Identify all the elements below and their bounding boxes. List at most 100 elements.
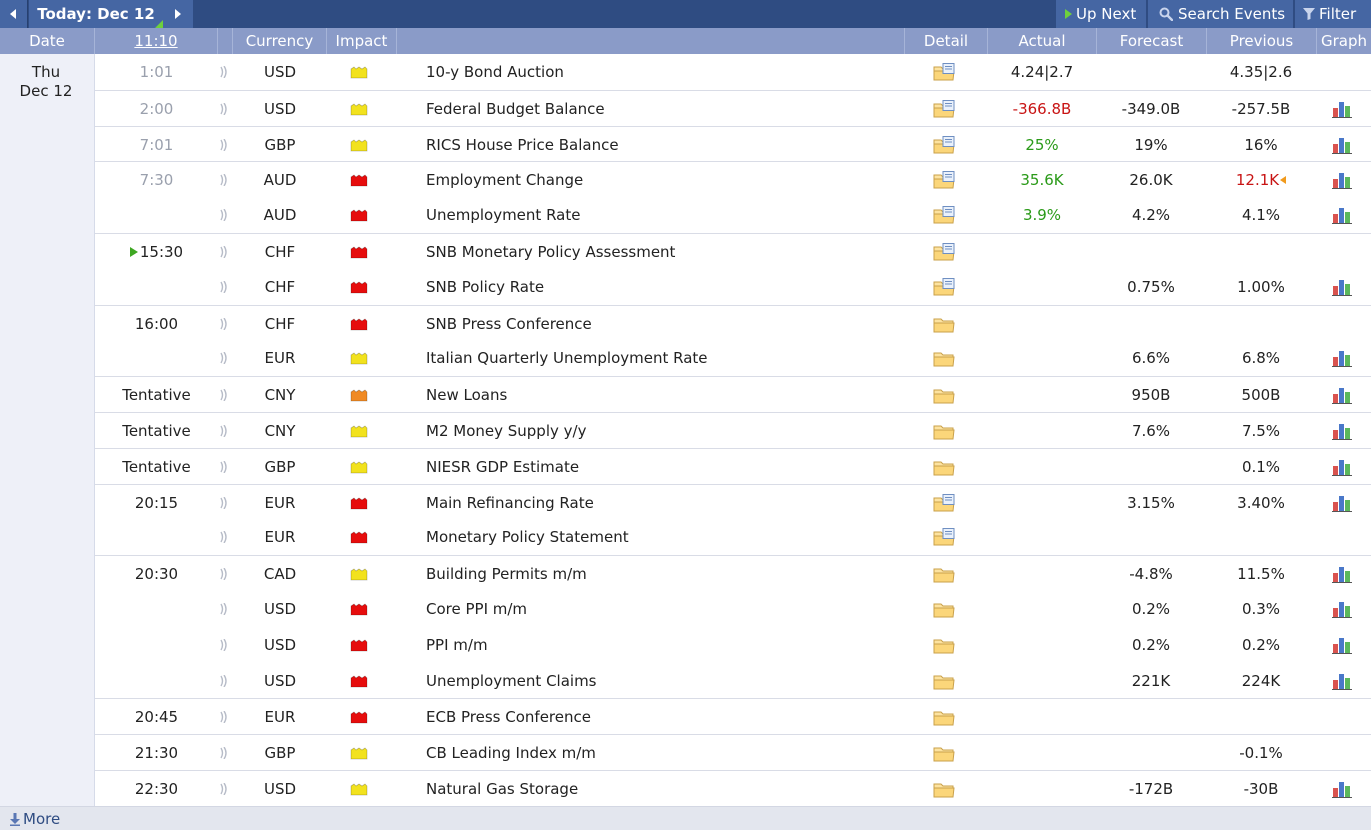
event-title[interactable]: Unemployment Claims — [426, 663, 906, 699]
impact-cell[interactable] — [350, 306, 370, 342]
event-title[interactable]: 10-y Bond Auction — [426, 54, 906, 90]
sound-alert-cell[interactable] — [217, 771, 231, 807]
sound-alert-cell[interactable] — [217, 269, 231, 305]
event-graph-button[interactable] — [1331, 663, 1355, 699]
event-detail-button[interactable] — [933, 91, 957, 127]
event-title[interactable]: RICS House Price Balance — [426, 127, 906, 163]
event-detail-button[interactable] — [933, 627, 957, 663]
event-detail-button[interactable] — [933, 449, 957, 485]
event-title[interactable]: M2 Money Supply y/y — [426, 413, 906, 449]
impact-cell[interactable] — [350, 197, 370, 233]
sound-alert-cell[interactable] — [217, 663, 231, 699]
sound-alert-cell[interactable] — [217, 162, 231, 198]
event-title[interactable]: Italian Quarterly Unemployment Rate — [426, 340, 906, 376]
impact-cell[interactable] — [350, 162, 370, 198]
impact-cell[interactable] — [350, 627, 370, 663]
current-time-clock[interactable]: 11:10 — [95, 28, 218, 54]
event-title[interactable]: SNB Policy Rate — [426, 269, 906, 305]
impact-cell[interactable] — [350, 377, 370, 413]
event-title[interactable]: ECB Press Conference — [426, 699, 906, 735]
impact-cell[interactable] — [350, 413, 370, 449]
event-detail-button[interactable] — [933, 699, 957, 735]
event-detail-button[interactable] — [933, 485, 957, 521]
impact-cell[interactable] — [350, 699, 370, 735]
event-graph-button[interactable] — [1331, 127, 1355, 163]
impact-cell[interactable] — [350, 54, 370, 90]
event-title[interactable]: Employment Change — [426, 162, 906, 198]
event-graph-button[interactable] — [1331, 269, 1355, 305]
impact-cell[interactable] — [350, 269, 370, 305]
event-detail-button[interactable] — [933, 162, 957, 198]
previous-day-button[interactable] — [0, 0, 28, 28]
event-graph-button[interactable] — [1331, 449, 1355, 485]
sound-alert-cell[interactable] — [217, 377, 231, 413]
event-graph-button[interactable] — [1331, 591, 1355, 627]
event-title[interactable]: Unemployment Rate — [426, 197, 906, 233]
sound-alert-cell[interactable] — [217, 340, 231, 376]
event-title[interactable]: Building Permits m/m — [426, 556, 906, 592]
sound-alert-cell[interactable] — [217, 556, 231, 592]
event-detail-button[interactable] — [933, 269, 957, 305]
event-detail-button[interactable] — [933, 234, 957, 270]
event-graph-button[interactable] — [1331, 91, 1355, 127]
event-detail-button[interactable] — [933, 340, 957, 376]
event-title[interactable]: NIESR GDP Estimate — [426, 449, 906, 485]
event-detail-button[interactable] — [933, 556, 957, 592]
event-detail-button[interactable] — [933, 377, 957, 413]
impact-cell[interactable] — [350, 556, 370, 592]
event-graph-button[interactable] — [1331, 413, 1355, 449]
event-title[interactable]: New Loans — [426, 377, 906, 413]
event-graph-button[interactable] — [1331, 556, 1355, 592]
event-detail-button[interactable] — [933, 413, 957, 449]
filter-button[interactable]: Filter — [1295, 0, 1371, 28]
sound-alert-cell[interactable] — [217, 234, 231, 270]
sound-alert-cell[interactable] — [217, 127, 231, 163]
more-link[interactable]: More — [8, 810, 60, 828]
sound-alert-cell[interactable] — [217, 735, 231, 771]
event-title[interactable]: Natural Gas Storage — [426, 771, 906, 807]
event-title[interactable]: Main Refinancing Rate — [426, 485, 906, 521]
sound-alert-cell[interactable] — [217, 54, 231, 90]
sound-alert-cell[interactable] — [217, 699, 231, 735]
event-graph-button[interactable] — [1331, 162, 1355, 198]
sound-alert-cell[interactable] — [217, 591, 231, 627]
impact-cell[interactable] — [350, 771, 370, 807]
impact-cell[interactable] — [350, 735, 370, 771]
event-graph-button[interactable] — [1331, 340, 1355, 376]
event-detail-button[interactable] — [933, 663, 957, 699]
impact-cell[interactable] — [350, 591, 370, 627]
event-detail-button[interactable] — [933, 54, 957, 90]
event-title[interactable]: Federal Budget Balance — [426, 91, 906, 127]
impact-cell[interactable] — [350, 449, 370, 485]
impact-cell[interactable] — [350, 91, 370, 127]
event-detail-button[interactable] — [933, 771, 957, 807]
event-graph-button[interactable] — [1331, 627, 1355, 663]
impact-cell[interactable] — [350, 234, 370, 270]
event-title[interactable]: PPI m/m — [426, 627, 906, 663]
event-title[interactable]: Monetary Policy Statement — [426, 519, 906, 555]
event-detail-button[interactable] — [933, 591, 957, 627]
sound-alert-cell[interactable] — [217, 627, 231, 663]
sound-alert-cell[interactable] — [217, 519, 231, 555]
sound-alert-cell[interactable] — [217, 91, 231, 127]
event-graph-button[interactable] — [1331, 197, 1355, 233]
event-detail-button[interactable] — [933, 127, 957, 163]
event-detail-button[interactable] — [933, 197, 957, 233]
sound-alert-cell[interactable] — [217, 306, 231, 342]
event-title[interactable]: SNB Press Conference — [426, 306, 906, 342]
today-button[interactable]: Today: Dec 12 — [29, 0, 163, 28]
event-detail-button[interactable] — [933, 306, 957, 342]
sound-alert-cell[interactable] — [217, 197, 231, 233]
search-events-button[interactable]: Search Events — [1148, 0, 1293, 28]
impact-cell[interactable] — [350, 663, 370, 699]
event-title[interactable]: Core PPI m/m — [426, 591, 906, 627]
next-day-button[interactable] — [163, 0, 193, 28]
sound-alert-cell[interactable] — [217, 449, 231, 485]
impact-cell[interactable] — [350, 127, 370, 163]
sound-alert-cell[interactable] — [217, 485, 231, 521]
event-title[interactable]: SNB Monetary Policy Assessment — [426, 234, 906, 270]
up-next-button[interactable]: Up Next — [1056, 0, 1146, 28]
event-graph-button[interactable] — [1331, 377, 1355, 413]
impact-cell[interactable] — [350, 519, 370, 555]
impact-cell[interactable] — [350, 340, 370, 376]
